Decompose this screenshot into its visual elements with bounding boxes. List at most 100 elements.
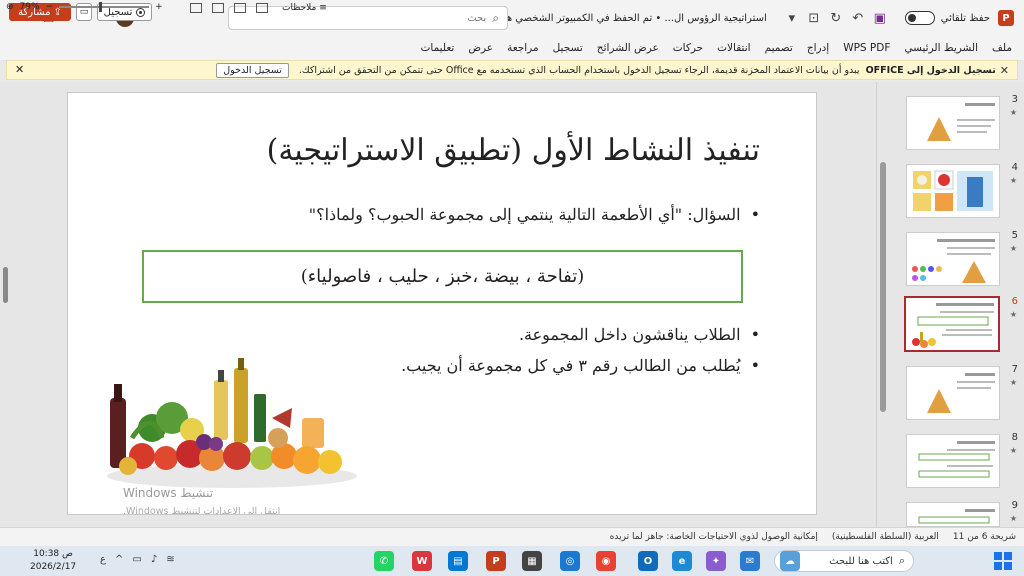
tab-home[interactable]: الشريط الرئيسي	[904, 42, 978, 54]
thumb-star-6: ★	[1009, 310, 1017, 319]
system-tray: ع ^ ▭ ♪ ≋	[100, 554, 175, 565]
fit-slide-icon[interactable]: ⊕	[6, 2, 14, 12]
close-icon[interactable]: ✕	[15, 63, 24, 76]
powerpoint-taskbar-icon[interactable]: P	[486, 551, 506, 571]
editor-scrollbar[interactable]	[0, 82, 12, 527]
ribbon-tabs: ملف الشريط الرئيسي WPS PDF إدراج تصميم ا…	[0, 36, 1024, 60]
edge-icon[interactable]: e	[672, 551, 692, 571]
store-icon[interactable]: ▤	[448, 551, 468, 571]
notes-button[interactable]: ملاحظات ≡	[282, 3, 327, 13]
doc-title-text: استراتيجية الرؤوس ال...	[664, 12, 767, 24]
tab-design[interactable]: تصميم	[765, 42, 793, 54]
options-box[interactable]: (تفاحة ، بيضة ،خبز ، حليب ، فاصولياء)	[142, 250, 743, 303]
zoom-out-icon[interactable]: −	[46, 2, 54, 12]
slide-8-preview	[918, 441, 995, 478]
chrome-icon[interactable]: ◉	[596, 551, 616, 571]
autosave-toggle[interactable]	[904, 11, 935, 25]
slide-thumbnail-6[interactable]	[904, 296, 1000, 352]
food-groups-image[interactable]	[92, 358, 362, 493]
taskbar-search-placeholder: اكتب هنا للبحث	[829, 555, 893, 567]
tab-slideshow[interactable]: عرض الشرائح	[597, 42, 659, 54]
zoom-slider-handle[interactable]	[99, 2, 103, 12]
slide-thumbnail-3[interactable]	[906, 96, 1000, 150]
thumb-star-8: ★	[1009, 446, 1017, 455]
wps-icon[interactable]: W	[412, 551, 432, 571]
clock[interactable]: 10:38 ص 2026/2/17	[30, 548, 76, 574]
chrome-profile-icon[interactable]: ◎	[560, 551, 580, 571]
slide-thumbnail-7[interactable]	[906, 366, 1000, 420]
discussion-bullet[interactable]: الطلاب يناقشون داخل المجموعة.	[519, 325, 760, 344]
presenter-view-icon[interactable]	[190, 3, 202, 13]
thumbnails-scrollbar[interactable]	[880, 162, 886, 412]
signin-notification: ✕ تسجيل الدخول إلى OFFICE يبدو أن بيانات…	[6, 60, 1018, 80]
battery-icon[interactable]: ▭	[132, 554, 141, 565]
slide-thumbnail-9[interactable]	[906, 502, 1000, 527]
tab-view[interactable]: عرض	[468, 42, 493, 54]
view-buttons	[190, 3, 268, 13]
zoom-level[interactable]: 79%	[20, 2, 40, 12]
whatsapp-icon[interactable]: ✆	[374, 551, 394, 571]
tab-wps-pdf[interactable]: WPS PDF	[843, 42, 890, 54]
autosave-control[interactable]: حفظ تلقائي	[904, 11, 990, 25]
scrollbar-thumb[interactable]	[3, 267, 8, 303]
tab-animations[interactable]: حركات	[673, 42, 703, 54]
slide-title[interactable]: تنفيذ النشاط الأول (تطبيق الاستراتيجية)	[267, 133, 760, 168]
tab-record[interactable]: تسجيل	[553, 42, 583, 54]
slide-canvas[interactable]: تنفيذ النشاط الأول (تطبيق الاستراتيجية) …	[67, 92, 817, 515]
search-placeholder: بحث	[467, 12, 487, 24]
lang-indicator[interactable]: ع	[100, 554, 106, 565]
reading-view-icon[interactable]	[212, 3, 224, 13]
customize-toolbar-icon[interactable]: ▾	[781, 7, 803, 29]
taskbar: ⌕ اكتب هنا للبحث ☁ ✉ ✦ e O ◉ ◎ ▦ P ▤ W ✆…	[0, 546, 1024, 576]
outlook-icon[interactable]: O	[638, 551, 658, 571]
tab-review[interactable]: مراجعة	[507, 42, 539, 54]
zoom-slider[interactable]	[59, 2, 150, 12]
tab-help[interactable]: تعليمات	[421, 42, 455, 54]
windows-activation-watermark: تنشيط Windows	[123, 486, 214, 500]
normal-view-icon[interactable]	[256, 3, 268, 13]
search-icon: ⌕	[898, 554, 905, 567]
warning-icon: ✕	[999, 63, 1009, 77]
undo-icon[interactable]: ↶	[847, 7, 869, 29]
thumb-number-8: 8	[1011, 432, 1018, 443]
slide-5-preview	[912, 239, 995, 283]
separator-dot: •	[652, 12, 662, 24]
mail-icon[interactable]: ✉	[740, 551, 760, 571]
volume-icon[interactable]: ♪	[151, 554, 157, 565]
powerpoint-logo-icon: P	[998, 10, 1014, 26]
accessibility-status[interactable]: إمكانية الوصول لذوي الاحتياجات الخاصة: ج…	[610, 532, 818, 542]
slide-thumbnail-4[interactable]	[906, 164, 1000, 218]
thumb-number-6: 6	[1011, 296, 1018, 307]
tab-transitions[interactable]: انتقالات	[717, 42, 750, 54]
question-bullet[interactable]: السؤال: "أي الأطعمة التالية ينتمي إلى مج…	[309, 205, 760, 224]
slide-6-preview	[912, 303, 994, 348]
thumb-number-5: 5	[1011, 230, 1018, 241]
document-title[interactable]: استراتيجية الرؤوس ال... • تم الحفظ في ال…	[487, 13, 767, 24]
tab-file[interactable]: ملف	[992, 42, 1012, 54]
widgets-icon[interactable]: ☁	[780, 551, 800, 571]
chevron-up-icon[interactable]: ^	[115, 554, 123, 565]
slide-sorter-icon[interactable]	[234, 3, 246, 13]
slide-thumbnail-5[interactable]	[906, 232, 1000, 286]
task-view-icon[interactable]: ▦	[522, 551, 542, 571]
windows-activation-subtext: انتقل إلى الإعدادات لتنشيط Windows.	[123, 506, 281, 515]
windows-start-icon[interactable]	[994, 552, 1012, 570]
tab-insert[interactable]: إدراج	[807, 42, 829, 54]
status-bar: شريحة 6 من 11 العربية (السلطة الفلسطينية…	[0, 527, 1024, 546]
slide-thumbnail-8[interactable]	[906, 434, 1000, 488]
zoom-controls: ⊕ 79% − +	[6, 2, 163, 12]
copilot-icon[interactable]: ✦	[706, 551, 726, 571]
search-input[interactable]: ⌕ بحث	[228, 6, 508, 30]
language-indicator[interactable]: العربية (السلطة الفلسطينية)	[832, 532, 939, 542]
present-icon[interactable]: ⊡	[803, 7, 825, 29]
options-text: (تفاحة ، بيضة ،خبز ، حليب ، فاصولياء)	[300, 266, 585, 287]
zoom-in-icon[interactable]: +	[155, 2, 163, 12]
thumb-star-9: ★	[1009, 514, 1017, 523]
redo-icon[interactable]: ↻	[825, 7, 847, 29]
signin-button[interactable]: تسجيل الدخول	[216, 62, 289, 78]
answer-bullet[interactable]: يُطلب من الطالب رقم ٣ في كل مجموعة أن يج…	[401, 356, 760, 375]
thumb-star-3: ★	[1009, 108, 1017, 117]
thumb-star-4: ★	[1009, 176, 1017, 185]
save-icon[interactable]: ▣	[869, 7, 891, 29]
wifi-icon[interactable]: ≋	[166, 554, 174, 565]
